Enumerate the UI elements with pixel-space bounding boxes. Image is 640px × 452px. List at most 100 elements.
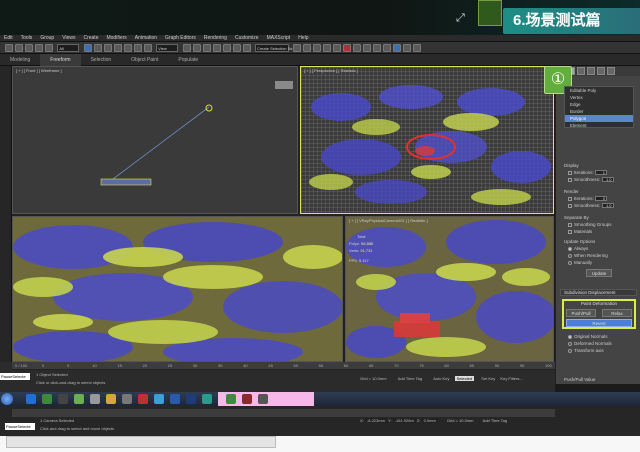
x-coordinate-field[interactable]: -8.223mm: [364, 418, 387, 423]
deformed-normals-radio[interactable]: [568, 341, 572, 346]
percent-snap-icon[interactable]: [232, 44, 241, 52]
pivot-center-icon[interactable]: [182, 44, 191, 52]
stack-item-border[interactable]: Border: [565, 108, 633, 115]
redo-icon[interactable]: [15, 44, 23, 52]
stack-item-editable-poly[interactable]: Editable Poly: [565, 87, 633, 94]
app-icon-9[interactable]: [258, 394, 268, 404]
app-icon-3[interactable]: [90, 394, 100, 404]
named-selection-sets-dropdown[interactable]: Create Selection Se: [254, 44, 293, 52]
utilities-tab-icon[interactable]: [607, 67, 615, 75]
z-coordinate-field[interactable]: 0.0mm: [421, 418, 438, 423]
smoothing-groups-checkbox[interactable]: [568, 222, 572, 227]
always-radio[interactable]: [568, 246, 572, 251]
app-icon-2[interactable]: [58, 394, 68, 404]
keyboard-shortcut-override-icon[interactable]: [202, 44, 211, 52]
rendered-frame-window-icon[interactable]: [363, 44, 372, 52]
auto-key-button[interactable]: Auto Key: [433, 376, 449, 381]
menu-help[interactable]: Help: [294, 35, 312, 41]
tab-selection[interactable]: Selection: [81, 54, 122, 66]
materials-checkbox[interactable]: [568, 229, 572, 234]
camera-viewport[interactable]: [ + ] [ VRayPhysicalCamera001 ] [ Realis…: [345, 216, 554, 362]
display-smoothness-spinner[interactable]: 1.0: [601, 177, 614, 183]
stack-item-edge[interactable]: Edge: [565, 101, 633, 108]
menu-tools[interactable]: Tools: [17, 35, 37, 41]
set-key-button[interactable]: Set Key: [481, 376, 495, 381]
curve-editor-icon[interactable]: [323, 44, 332, 52]
menu-create[interactable]: Create: [79, 35, 102, 41]
mirror-icon[interactable]: [293, 44, 302, 52]
select-scale-icon[interactable]: [143, 44, 152, 52]
render-production-icon[interactable]: [373, 44, 382, 52]
selection-filter-dropdown[interactable]: All: [57, 44, 80, 52]
transform-axis-radio[interactable]: [568, 348, 572, 353]
3dsmax-icon[interactable]: [202, 394, 212, 404]
add-time-tag-button-2[interactable]: Add Time Tag: [483, 418, 507, 423]
menu-graph-editors[interactable]: Graph Editors: [161, 35, 200, 41]
snaps-toggle-icon[interactable]: [212, 44, 221, 52]
hierarchy-tab-icon[interactable]: [577, 67, 585, 75]
link-icon[interactable]: [25, 44, 33, 52]
manually-radio[interactable]: [568, 260, 572, 265]
material-editor-icon[interactable]: [343, 44, 352, 52]
push-pull-button[interactable]: Push/Pull: [566, 309, 596, 317]
maxscript-listener-input[interactable]: PauseSelecte: [0, 373, 30, 380]
time-slider-2[interactable]: [12, 409, 555, 417]
bottom-input-field[interactable]: [6, 436, 276, 448]
revert-button[interactable]: Revert: [566, 319, 632, 327]
tab-populate[interactable]: Populate: [168, 54, 208, 66]
undo-icon[interactable]: [5, 44, 13, 52]
add-time-tag-button[interactable]: Add Time Tag: [398, 376, 422, 381]
app-icon-8[interactable]: [242, 394, 252, 404]
select-by-name-icon[interactable]: [93, 44, 102, 52]
start-button-icon[interactable]: [1, 393, 13, 405]
render-iterations-checkbox[interactable]: [568, 196, 572, 201]
tab-modeling[interactable]: Modeling: [0, 54, 40, 66]
when-rendering-radio[interactable]: [568, 253, 572, 258]
select-object-icon[interactable]: [83, 44, 92, 52]
select-manipulate-icon[interactable]: [192, 44, 201, 52]
menu-edit[interactable]: Edit: [0, 35, 17, 41]
ie-icon[interactable]: [26, 394, 36, 404]
schematic-view-icon[interactable]: [333, 44, 342, 52]
display-smoothness-checkbox[interactable]: [568, 177, 572, 182]
update-button[interactable]: Update: [586, 269, 612, 277]
time-slider[interactable]: 0 / 100 0 5 10 15 20 25 30 35 40 45 50 55 60 65 70 75 80…: [12, 362, 555, 370]
layer-explorer-icon[interactable]: [313, 44, 322, 52]
menu-maxscript[interactable]: MAXScript: [263, 35, 295, 41]
render-smoothness-checkbox[interactable]: [568, 203, 572, 208]
key-mode-dropdown[interactable]: Selected: [454, 376, 475, 381]
y-coordinate-field[interactable]: -161.926m: [392, 418, 416, 423]
app-icon-4[interactable]: [122, 394, 132, 404]
display-iterations-checkbox[interactable]: [568, 170, 572, 175]
stack-item-polygon[interactable]: Polygon: [565, 115, 633, 122]
menu-rendering[interactable]: Rendering: [200, 35, 231, 41]
app-icon-1[interactable]: [42, 394, 52, 404]
perspective-closeup-viewport[interactable]: [12, 216, 343, 362]
app-icon-5[interactable]: [154, 394, 164, 404]
folder-icon[interactable]: [106, 394, 116, 404]
chrome-icon[interactable]: [74, 394, 84, 404]
rectangle-selection-icon[interactable]: [103, 44, 112, 52]
render-smoothness-spinner[interactable]: 1.0: [601, 203, 614, 209]
unlink-icon[interactable]: [35, 44, 43, 52]
tab-object-paint[interactable]: Object Paint: [121, 54, 168, 66]
perspective-viewport[interactable]: [ + ] [ Perspective ] [ Realistic ]: [300, 66, 554, 214]
motion-tab-icon[interactable]: [587, 67, 595, 75]
window-crossing-icon[interactable]: [113, 44, 122, 52]
spinner-snap-icon[interactable]: [242, 44, 251, 52]
tab-freeform[interactable]: Freeform: [40, 54, 81, 66]
vray-frame-buffer-icon[interactable]: [393, 44, 402, 52]
select-move-icon[interactable]: [123, 44, 132, 52]
menu-views[interactable]: Views: [58, 35, 79, 41]
stack-item-vertex[interactable]: Vertex: [565, 94, 633, 101]
reference-coordinate-dropdown[interactable]: View: [156, 44, 179, 52]
stack-item-element[interactable]: Element: [565, 122, 633, 129]
original-normals-radio[interactable]: [568, 334, 572, 339]
photoshop-icon[interactable]: [186, 394, 196, 404]
relax-button[interactable]: Relax: [602, 309, 632, 317]
app-icon-6[interactable]: [170, 394, 180, 404]
menu-group[interactable]: Group: [36, 35, 58, 41]
app-icon-7[interactable]: [226, 394, 236, 404]
menu-animation[interactable]: Animation: [131, 35, 161, 41]
vray-toolbar-icon[interactable]: [383, 44, 392, 52]
